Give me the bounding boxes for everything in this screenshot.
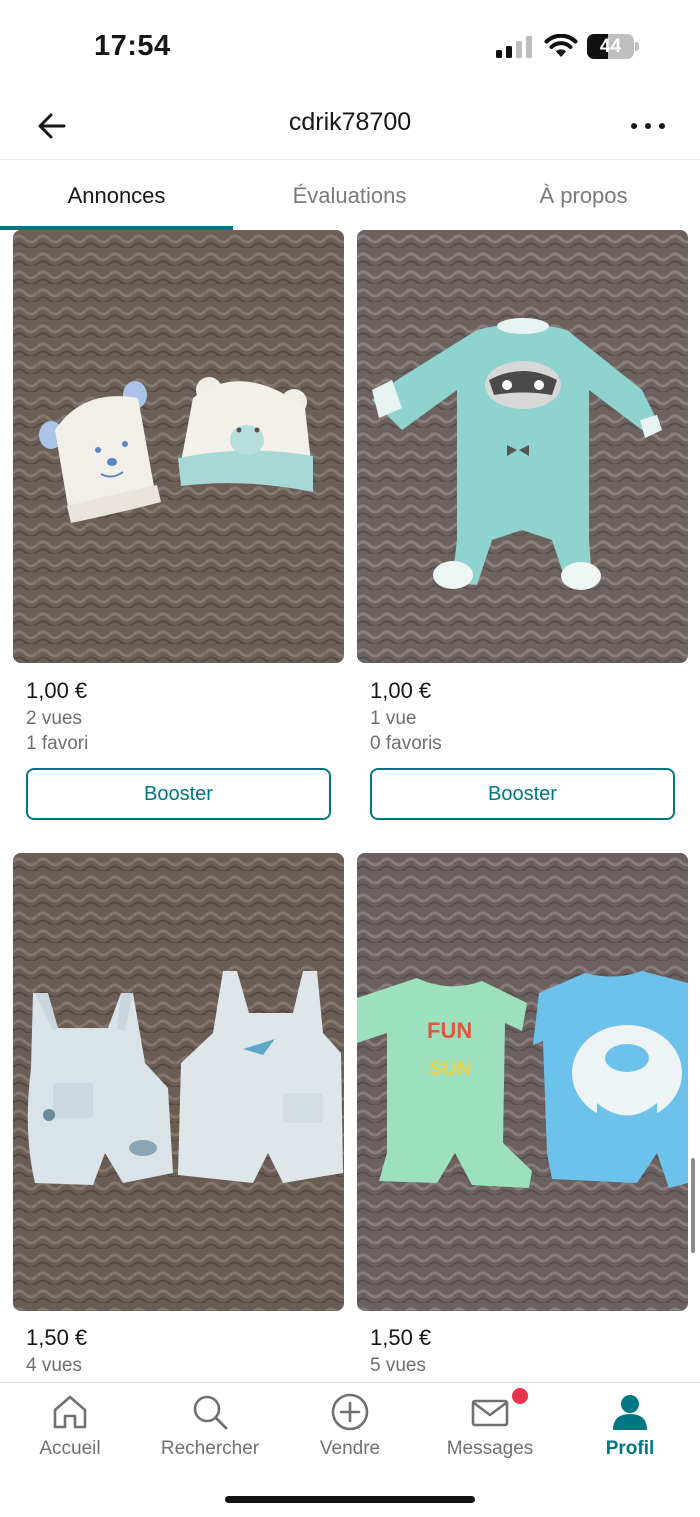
nav-label-rechercher: Rechercher [160,1438,260,1459]
listing-views: 4 vues [26,1355,82,1376]
nav-item-profil[interactable]: Profil [560,1383,700,1478]
listing-photo[interactable] [357,230,688,663]
tab-a-propos[interactable]: À propos [467,160,700,232]
booster-button[interactable]: Booster [370,768,675,820]
mail-icon [471,1399,509,1427]
listing-photo[interactable]: FUN SUN [357,853,688,1311]
listing-photo-rompers: FUN SUN [357,853,688,1311]
listing-photo[interactable] [13,230,344,663]
username-title: cdrik78700 [288,108,412,136]
nav-label-messages: Messages [446,1438,534,1459]
listing-favorites: 1 favori [26,733,89,754]
unread-badge [512,1388,528,1404]
nav-label-vendre: Vendre [319,1438,381,1459]
search-icon [193,1395,228,1430]
tab-annonces[interactable]: Annonces [0,160,233,232]
back-arrow-icon[interactable] [32,106,72,146]
person-icon [613,1395,647,1430]
scrollbar[interactable] [691,1158,695,1253]
svg-text:FUN: FUN [427,1018,472,1043]
listing-views: 5 vues [370,1355,426,1376]
wifi-icon [544,34,578,57]
listing-price: 1,50 € [370,1325,432,1350]
listing-views: 2 vues [26,708,82,729]
nav-item-vendre[interactable]: Vendre [280,1383,420,1478]
listings-grid: 1,00 € 2 vues 1 favori Booster 1,00 € 1 … [0,230,700,1382]
listing-favorites: 0 favoris [370,733,442,754]
booster-button[interactable]: Booster [26,768,331,820]
listing-price: 1,50 € [26,1325,88,1350]
cellular-signal-icon [496,36,532,58]
listing-photo-panda-sleepsuit [357,230,688,663]
home-icon [53,1395,87,1429]
nav-item-accueil[interactable]: Accueil [0,1383,140,1478]
profile-tabs: Annonces Évaluations À propos [0,160,700,232]
nav-item-rechercher[interactable]: Rechercher [140,1383,280,1478]
tab-evaluations[interactable]: Évaluations [233,160,466,232]
status-bar: 17:54 44 [0,0,700,90]
battery-level: 44 [599,36,622,57]
nav-label-accueil: Accueil [39,1438,101,1459]
plus-circle-icon [331,1393,369,1431]
listing-photo[interactable] [13,853,344,1311]
nav-item-messages[interactable]: Messages [420,1383,560,1478]
svg-text:SUN: SUN [429,1058,471,1080]
status-time: 17:54 [94,30,171,62]
nav-label-profil: Profil [605,1438,655,1459]
profile-header: cdrik78700 [0,90,700,160]
home-indicator [225,1496,475,1503]
listing-photo-bear-hats [13,230,344,663]
listing-views: 1 vue [370,708,417,729]
listing-price: 1,00 € [26,678,88,703]
more-options-icon[interactable] [624,106,672,146]
listing-price: 1,00 € [370,678,432,703]
listing-photo-overalls [13,853,344,1311]
battery-icon: 44 [587,34,639,59]
